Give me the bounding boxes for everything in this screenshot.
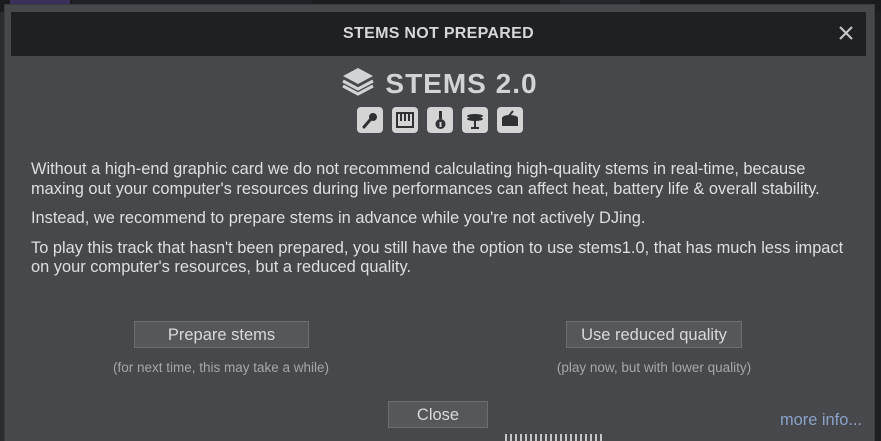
stem-icons-row xyxy=(5,107,874,133)
background-decor xyxy=(505,434,605,441)
more-info-link[interactable]: more info... xyxy=(780,411,862,430)
close-button[interactable]: Close xyxy=(388,401,488,428)
piano-keys-icon xyxy=(391,107,418,133)
stems-dialog: STEMS NOT PREPARED STEMS 2.0 Without a h… xyxy=(5,5,874,441)
close-icon[interactable] xyxy=(836,23,856,43)
message-paragraph-1: Without a high-end graphic card we do no… xyxy=(31,160,820,198)
message-paragraph-2: Instead, we recommend to prepare stems i… xyxy=(31,209,646,227)
drum-icon xyxy=(496,107,523,133)
prepare-stems-hint: (for next time, this may take a while) xyxy=(112,360,330,375)
dialog-titlebar: STEMS NOT PREPARED xyxy=(11,12,866,56)
logo-text: STEMS 2.0 xyxy=(385,67,538,99)
prepare-stems-button[interactable]: Prepare stems xyxy=(134,321,309,348)
dialog-title: STEMS NOT PREPARED xyxy=(343,25,534,42)
reduced-quality-hint: (play now, but with lower quality) xyxy=(556,360,752,375)
stems-logo: STEMS 2.0 xyxy=(5,66,874,100)
microphone-icon xyxy=(356,107,383,133)
hihat-icon xyxy=(461,107,488,133)
message-paragraph-3: To play this track that hasn't been prep… xyxy=(31,238,844,277)
dialog-message: Without a high-end graphic card we do no… xyxy=(31,160,851,288)
use-reduced-quality-button[interactable]: Use reduced quality xyxy=(566,321,742,348)
guitar-icon xyxy=(426,107,453,133)
layers-icon xyxy=(341,66,375,101)
